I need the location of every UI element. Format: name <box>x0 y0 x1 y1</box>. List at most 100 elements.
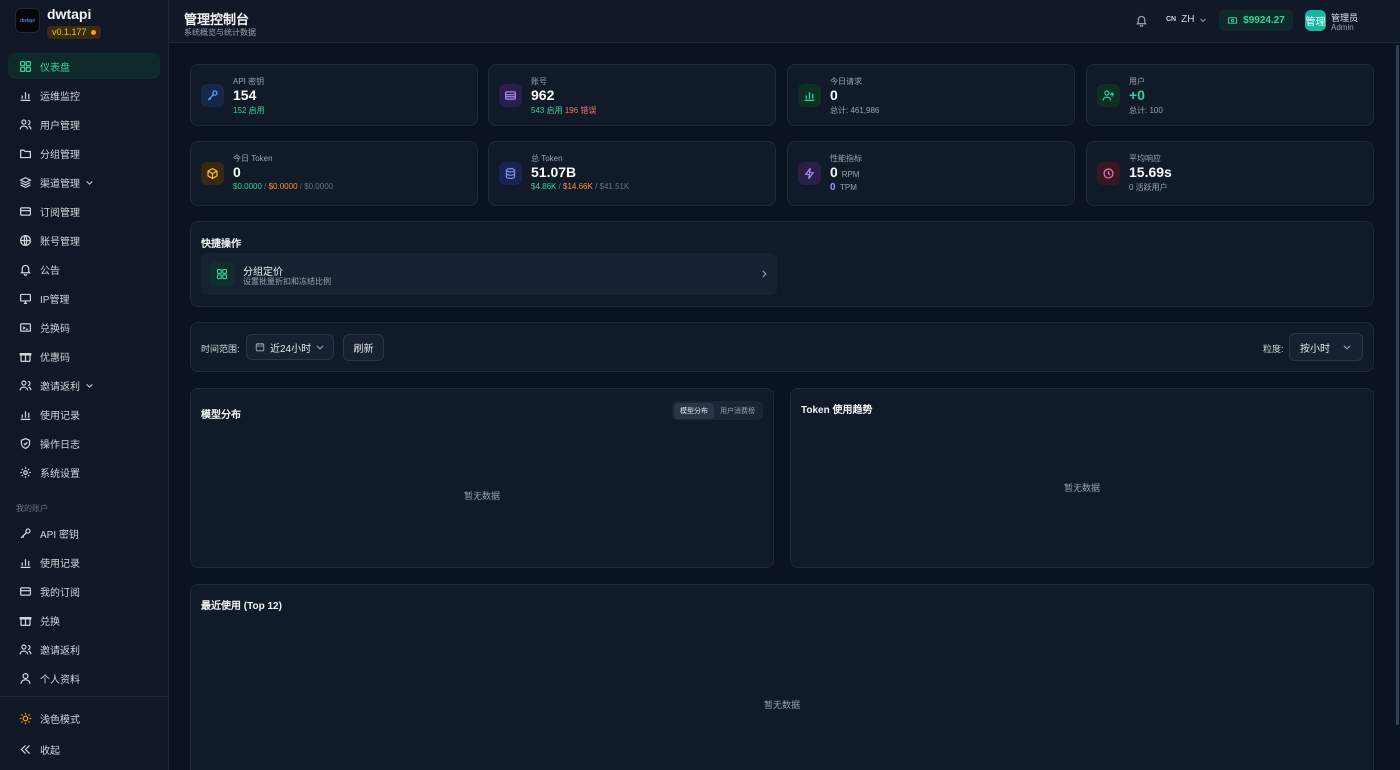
sidebar-item-label: 个人资料 <box>40 674 80 686</box>
notification-bell-icon[interactable] <box>1135 14 1148 27</box>
collapse-label: 收起 <box>40 745 60 757</box>
time-range-label: 时间范围: <box>201 344 240 354</box>
sidebar-item-redeem-codes[interactable]: 兑换码 <box>8 314 160 340</box>
monitor-icon <box>20 293 31 304</box>
recent-usage-title: 最近使用 (Top 12) <box>201 601 282 612</box>
brand-logo: dwtapi <box>15 8 40 33</box>
stat-label: 今日请求 <box>830 77 862 86</box>
balance-badge[interactable]: $9924.27 <box>1219 10 1293 31</box>
language-label: ZH <box>1181 14 1195 25</box>
tab-user-spending[interactable]: 用户消费榜 <box>714 403 761 419</box>
topbar: 管理控制台 系统概览与统计数据 CN ZH $9924.27 管理 管理员 Ad… <box>169 0 1400 43</box>
stat-sub: 543 启用 196 错误 <box>531 105 596 116</box>
accounts-error: 196 错误 <box>564 106 597 115</box>
language-selector[interactable]: CN ZH <box>1166 14 1207 25</box>
stat-icon-wrap <box>798 84 821 107</box>
sidebar-item-my-api-keys[interactable]: API 密钥 <box>8 520 160 546</box>
sidebar-item-ops-monitor[interactable]: 运维监控 <box>8 82 160 108</box>
sidebar-item-group-management[interactable]: 分组管理 <box>8 140 160 166</box>
time-range-select[interactable]: 近24小时 <box>246 334 334 360</box>
stat-value: 0 <box>233 164 241 180</box>
bar-chart-icon <box>20 410 31 420</box>
stat-card-accounts: 账号 962 543 启用 196 错误 <box>488 64 776 126</box>
sidebar-item-subscription-management[interactable]: 订阅管理 <box>8 198 160 224</box>
sidebar-item-label: 运维监控 <box>40 91 80 103</box>
sidebar-item-account-management[interactable]: 账号管理 <box>8 227 160 253</box>
sidebar-item-channel-management[interactable]: 渠道管理 <box>8 169 160 195</box>
page-scrollbar[interactable] <box>1396 45 1399 725</box>
stat-card-total-token: 总 Token 51.07B $4.86K / $14.66K / $41.51… <box>488 141 776 206</box>
stat-icon-wrap <box>201 162 224 185</box>
granularity-select[interactable]: 按小时 <box>1289 333 1363 361</box>
empty-state: 暂无数据 <box>764 700 801 710</box>
users-icon <box>19 643 32 654</box>
quick-icon-wrap <box>209 261 235 287</box>
brand[interactable]: dwtapi dwtapi v0.1.177 <box>15 6 101 40</box>
theme-toggle-button[interactable]: 浅色模式 <box>8 705 160 731</box>
sidebar-item-label: 操作日志 <box>40 439 80 451</box>
refresh-button[interactable]: 刷新 <box>343 334 384 361</box>
page-subtitle: 系统概览与统计数据 <box>184 28 256 37</box>
stat-card-today-requests: 今日请求 0 总计: 461,986 <box>787 64 1075 126</box>
sidebar-item-label: 分组管理 <box>40 149 80 161</box>
page-title: 管理控制台 <box>184 12 250 27</box>
sidebar-item-announcements[interactable]: 公告 <box>8 256 160 282</box>
stat-sub: 总计: 100 <box>1129 106 1163 115</box>
user-role: Admin <box>1331 23 1354 32</box>
sidebar-item-dashboard[interactable]: 仪表盘 <box>8 53 160 79</box>
tab-model-distribution[interactable]: 模型分布 <box>674 402 714 419</box>
sidebar-item-my-subscriptions[interactable]: 我的订阅 <box>8 578 160 604</box>
sidebar-item-profile[interactable]: 个人资料 <box>8 665 160 691</box>
quick-action-group-pricing[interactable]: 分组定价 设置批量折扣和冻结比例 <box>201 253 777 295</box>
key-icon <box>207 90 218 101</box>
sidebar-item-usage-records[interactable]: 使用记录 <box>8 401 160 427</box>
sidebar-item-label: 仪表盘 <box>40 62 70 74</box>
stat-card-avg-response: 平均响应 15.69s 0 活跃用户 <box>1086 141 1374 206</box>
stat-icon-wrap <box>1097 162 1120 185</box>
sidebar-item-label: IP管理 <box>40 294 70 306</box>
sidebar: dwtapi dwtapi v0.1.177 仪表盘 运维监控 用户管理 分组管… <box>0 0 169 770</box>
avatar[interactable]: 管理 <box>1305 10 1326 31</box>
calendar-icon <box>255 342 265 352</box>
sidebar-item-label: 使用记录 <box>40 558 80 570</box>
stat-sub: $4.86K / $14.66K / $41.51K <box>531 182 630 191</box>
sidebar-divider <box>0 696 169 697</box>
sidebar-item-coupons[interactable]: 优惠码 <box>8 343 160 369</box>
quick-actions-card: 快捷操作 分组定价 设置批量折扣和冻结比例 <box>190 221 1374 307</box>
theme-toggle-label: 浅色模式 <box>40 714 80 726</box>
sidebar-item-redeem[interactable]: 兑换 <box>8 607 160 633</box>
users-icon <box>19 118 32 129</box>
sun-icon <box>19 712 32 724</box>
stat-label: 性能指标 <box>830 154 862 163</box>
chevron-down-icon <box>316 345 324 350</box>
empty-state: 暂无数据 <box>464 491 501 501</box>
bar-chart-icon <box>804 92 815 102</box>
chevron-down-icon <box>86 383 93 388</box>
stat-label: 今日 Token <box>233 154 273 163</box>
stat-value: 15.69s <box>1129 164 1172 180</box>
collapse-sidebar-button[interactable]: 收起 <box>8 736 160 762</box>
sidebar-item-user-management[interactable]: 用户管理 <box>8 111 160 137</box>
time-range-value: 近24小时 <box>270 343 312 355</box>
sidebar-item-my-referral[interactable]: 邀请返利 <box>8 636 160 662</box>
sidebar-item-my-usage[interactable]: 使用记录 <box>8 549 160 575</box>
token-trend-card: Token 使用趋势 暂无数据 <box>790 388 1374 568</box>
wallet-icon <box>1228 17 1238 24</box>
stat-value: +0 <box>1129 87 1145 103</box>
sidebar-item-system-settings[interactable]: 系统设置 <box>8 459 160 485</box>
sidebar-item-referral[interactable]: 邀请返利 <box>8 372 160 398</box>
sidebar-item-ip-management[interactable]: IP管理 <box>8 285 160 311</box>
stat-icon-wrap <box>1097 84 1120 107</box>
stat-card-api-keys: API 密钥 154 152 启用 <box>190 64 478 126</box>
filter-bar: 时间范围: 近24小时 刷新 粒度: 按小时 <box>190 322 1374 372</box>
card-icon <box>20 206 31 216</box>
sidebar-item-audit-log[interactable]: 操作日志 <box>8 430 160 456</box>
granularity-value: 按小时 <box>1300 343 1330 355</box>
database-icon <box>505 168 516 179</box>
stat-icon-wrap <box>499 162 522 185</box>
stat-label: 平均响应 <box>1129 154 1161 163</box>
model-distribution-title: 模型分布 <box>201 410 241 421</box>
rpm-row: 0 RPM <box>830 164 860 180</box>
users-icon <box>19 379 32 390</box>
stat-label: 总 Token <box>531 154 563 163</box>
